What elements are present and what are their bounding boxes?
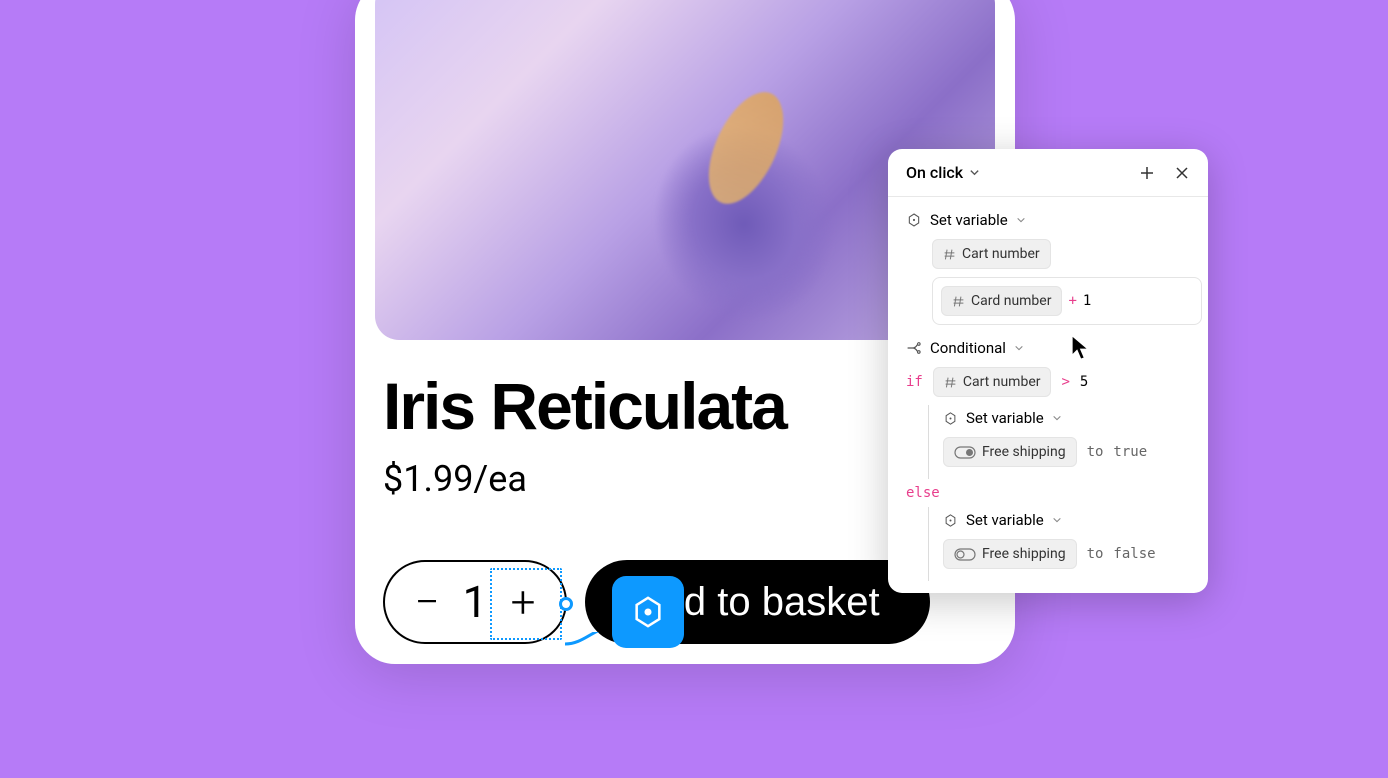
increment-button[interactable]: + [499,580,547,624]
chevron-down-icon [969,167,980,178]
hexagon-icon [943,411,958,426]
to-label: to [1087,444,1104,460]
else-keyword: else [906,485,940,501]
compare-value: 5 [1080,374,1088,390]
chevron-down-icon [1052,413,1062,423]
nested-set-variable[interactable]: Set variable [943,409,1190,427]
expression-input[interactable]: Card number + 1 [932,277,1202,325]
panel-body: Set variable Cart number Card number + 1… [888,197,1208,581]
hexagon-icon [943,513,958,528]
plus-icon[interactable] [1138,164,1156,182]
variable-chip-cart-number[interactable]: Cart number [932,239,1051,269]
bool-true: true [1113,444,1147,460]
trigger-selector[interactable]: On click [906,163,980,182]
hash-icon [943,248,956,261]
connection-handle[interactable] [559,597,573,611]
operator-gt: > [1061,374,1069,390]
action-set-variable[interactable]: Set variable [906,211,1190,229]
variable-chip-free-shipping[interactable]: Free shipping [943,539,1077,569]
hexagon-dot-icon [631,595,665,629]
if-branch: Set variable Free shipping to true [928,405,1190,479]
if-keyword: if [906,374,923,390]
variable-node[interactable] [612,576,684,648]
action-type-label: Conditional [930,339,1006,357]
hash-icon [952,295,965,308]
to-label: to [1087,546,1104,562]
variable-chip-cart-number[interactable]: Cart number [933,367,1052,397]
operator-plus: + [1068,293,1076,309]
variable-chip-card-number[interactable]: Card number [941,286,1062,316]
if-condition-row: if Cart number > 5 [906,367,1190,397]
quantity-stepper: − 1 + [383,560,567,644]
panel-header: On click [888,149,1208,197]
else-branch: Set variable Free shipping to false [928,507,1190,581]
hexagon-icon [906,212,922,228]
action-type-label: Set variable [930,211,1008,229]
close-icon[interactable] [1174,165,1190,181]
action-conditional[interactable]: Conditional [906,339,1190,357]
operand-value: 1 [1083,293,1091,309]
chevron-down-icon [1014,343,1024,353]
chevron-down-icon [1016,215,1026,225]
cursor-icon [1069,333,1095,363]
branch-icon [906,340,922,356]
variable-chip-free-shipping[interactable]: Free shipping [943,437,1077,467]
nested-set-variable[interactable]: Set variable [943,511,1190,529]
trigger-label: On click [906,163,963,182]
hash-icon [944,376,957,389]
decrement-button[interactable]: − [403,580,451,624]
bool-false: false [1113,546,1155,562]
quantity-value: 1 [461,576,489,628]
chevron-down-icon [1052,515,1062,525]
toggle-off-icon [954,548,976,561]
interactions-panel: On click Set variable Cart number Card n… [888,149,1208,593]
toggle-on-icon [954,446,976,459]
